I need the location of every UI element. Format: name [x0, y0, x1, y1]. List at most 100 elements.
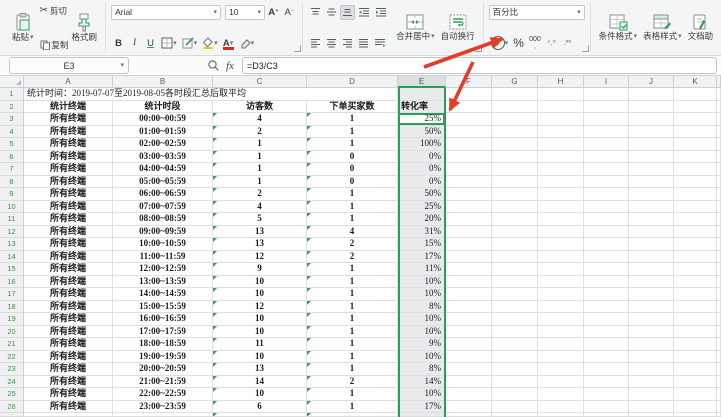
cell-C15[interactable]: 9 — [213, 263, 307, 276]
row-header-17[interactable]: 17 — [0, 288, 24, 301]
cell-G27[interactable] — [492, 413, 538, 417]
comma-format-button[interactable]: 000 , — [527, 36, 543, 51]
cell-C27[interactable] — [213, 413, 307, 417]
cell-B7[interactable]: 04:00~04:59 — [113, 163, 213, 176]
cell-A7[interactable]: 所有终端 — [24, 163, 113, 176]
cell-H14[interactable] — [538, 251, 584, 264]
cell-I2[interactable] — [584, 101, 629, 114]
cell-I8[interactable] — [584, 176, 629, 189]
cell-J10[interactable] — [629, 201, 674, 214]
currency-format-button[interactable]: ¥ ▾ — [489, 36, 511, 51]
cell-E3[interactable]: 25% — [398, 113, 446, 126]
cell-D7[interactable]: 0 — [307, 163, 398, 176]
cell-D19[interactable]: 1 — [307, 313, 398, 326]
wrap-text-button[interactable]: 自动换行 — [438, 13, 478, 42]
cell-L24[interactable] — [717, 376, 721, 389]
font-family-select[interactable]: Arial ▾ — [111, 5, 221, 20]
row-header-18[interactable]: 18 — [0, 301, 24, 314]
cell-K14[interactable] — [674, 251, 717, 264]
col-header-F[interactable]: F — [446, 76, 492, 88]
row-header-partial[interactable] — [0, 413, 24, 417]
cell-L11[interactable] — [717, 213, 721, 226]
cell-J15[interactable] — [629, 263, 674, 276]
cell-L14[interactable] — [717, 251, 721, 264]
cell-C7[interactable]: 1 — [213, 163, 307, 176]
cell-C23[interactable]: 13 — [213, 363, 307, 376]
cell-D14[interactable]: 2 — [307, 251, 398, 264]
cell-D16[interactable]: 1 — [307, 276, 398, 289]
cell-C22[interactable]: 10 — [213, 351, 307, 364]
cell-C3[interactable]: 4 — [213, 113, 307, 126]
cell-F14[interactable] — [446, 251, 492, 264]
cell-A13[interactable]: 所有终端 — [24, 238, 113, 251]
cell-J22[interactable] — [629, 351, 674, 364]
cell-G1[interactable] — [492, 88, 538, 101]
cell-B15[interactable]: 12:00~12:59 — [113, 263, 213, 276]
cell-J27[interactable] — [629, 413, 674, 417]
cell-H15[interactable] — [538, 263, 584, 276]
cell-I13[interactable] — [584, 238, 629, 251]
cell-F26[interactable] — [446, 401, 492, 414]
cell-K13[interactable] — [674, 238, 717, 251]
cell-F24[interactable] — [446, 376, 492, 389]
cell-J20[interactable] — [629, 326, 674, 339]
cell-L8[interactable] — [717, 176, 721, 189]
cell-D9[interactable]: 1 — [307, 188, 398, 201]
cell-J4[interactable] — [629, 126, 674, 139]
cell-D17[interactable]: 1 — [307, 288, 398, 301]
draw-border-button[interactable]: ▾ — [180, 36, 200, 51]
cell-B12[interactable]: 09:00~09:59 — [113, 226, 213, 239]
bold-button[interactable]: B — [111, 36, 126, 51]
row-header-6[interactable]: 6 — [0, 151, 24, 164]
cell-E14[interactable]: 17% — [398, 251, 446, 264]
format-painter-button[interactable]: 格式刷 — [69, 12, 101, 43]
cell-G24[interactable] — [492, 376, 538, 389]
cell-E1[interactable] — [398, 88, 446, 101]
cell-D12[interactable]: 4 — [307, 226, 398, 239]
borders-button[interactable]: ▾ — [159, 36, 179, 51]
cell-E11[interactable]: 20% — [398, 213, 446, 226]
paste-button[interactable]: 粘贴▾ — [9, 12, 37, 43]
cell-A21[interactable]: 所有终端 — [24, 338, 113, 351]
cell-L15[interactable] — [717, 263, 721, 276]
cell-L10[interactable] — [717, 201, 721, 214]
cell-J3[interactable] — [629, 113, 674, 126]
cell-E15[interactable]: 11% — [398, 263, 446, 276]
cell-F13[interactable] — [446, 238, 492, 251]
cell-J16[interactable] — [629, 276, 674, 289]
cell-J13[interactable] — [629, 238, 674, 251]
cell-F11[interactable] — [446, 213, 492, 226]
clear-format-button[interactable]: ▾ — [237, 36, 257, 51]
cell-A23[interactable]: 所有终端 — [24, 363, 113, 376]
cell-J24[interactable] — [629, 376, 674, 389]
cell-E2[interactable]: 转化率 — [398, 101, 446, 114]
cell-K19[interactable] — [674, 313, 717, 326]
col-header-H[interactable]: H — [538, 76, 584, 88]
cell-E23[interactable]: 8% — [398, 363, 446, 376]
cell-G11[interactable] — [492, 213, 538, 226]
cell-D2[interactable]: 下单买家数 — [307, 101, 398, 114]
cell-J25[interactable] — [629, 388, 674, 401]
justify-button[interactable] — [356, 36, 371, 51]
col-header-E[interactable]: E — [398, 76, 446, 88]
row-header-2[interactable]: 2 — [0, 101, 24, 114]
cell-K18[interactable] — [674, 301, 717, 314]
row-header-13[interactable]: 13 — [0, 238, 24, 251]
cell-A16[interactable]: 所有终端 — [24, 276, 113, 289]
cell-B21[interactable]: 18:00~18:59 — [113, 338, 213, 351]
cell-L3[interactable] — [717, 113, 721, 126]
cell-J19[interactable] — [629, 313, 674, 326]
cell-C25[interactable]: 10 — [213, 388, 307, 401]
cell-C2[interactable]: 访客数 — [213, 101, 307, 114]
cell-C21[interactable]: 11 — [213, 338, 307, 351]
cell-K4[interactable] — [674, 126, 717, 139]
cell-J2[interactable] — [629, 101, 674, 114]
cell-I25[interactable] — [584, 388, 629, 401]
cell-I15[interactable] — [584, 263, 629, 276]
decrease-indent-button[interactable] — [356, 5, 372, 20]
cell-B6[interactable]: 03:00~03:59 — [113, 151, 213, 164]
row-header-14[interactable]: 14 — [0, 251, 24, 264]
cell-D4[interactable]: 1 — [307, 126, 398, 139]
cell-F3[interactable] — [446, 113, 492, 126]
col-header-J[interactable]: J — [629, 76, 674, 88]
